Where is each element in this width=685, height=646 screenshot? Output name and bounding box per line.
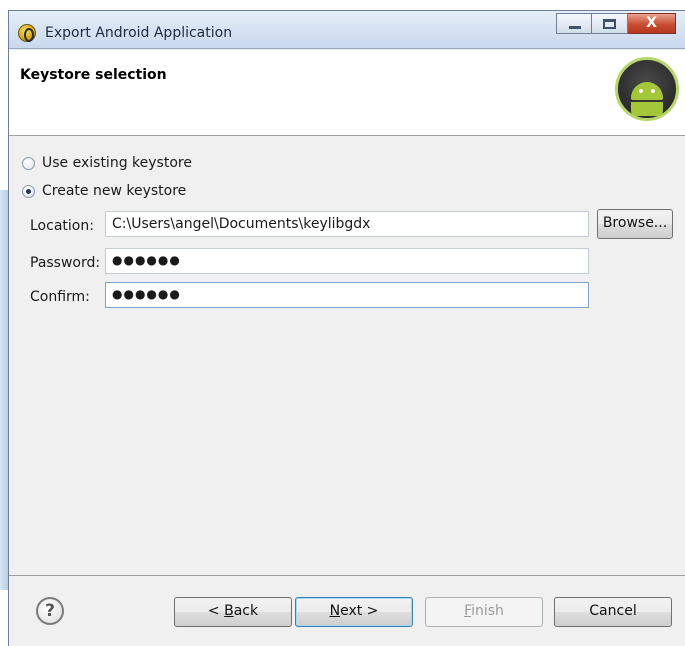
finish-rest: inish	[471, 603, 504, 619]
next-rest: ext >	[340, 603, 379, 619]
minimize-icon	[569, 26, 581, 29]
create-new-label: Create new keystore	[42, 183, 187, 199]
back-prefix: <	[207, 603, 225, 619]
page-title: Keystore selection	[20, 67, 167, 83]
confirm-label: Confirm:	[30, 289, 90, 305]
finish-button[interactable]: Finish	[425, 597, 543, 627]
export-dialog: Export Android Application X Keystore se…	[8, 10, 685, 646]
wizard-header: Keystore selection	[9, 50, 685, 136]
create-new-keystore-option[interactable]: Create new keystore	[22, 183, 186, 199]
window-title: Export Android Application	[45, 25, 233, 41]
question-mark-icon[interactable]: ?	[36, 597, 64, 625]
android-head	[631, 82, 663, 100]
android-robot-icon	[615, 57, 679, 121]
title-bar[interactable]: Export Android Application X	[9, 11, 685, 49]
use-existing-label: Use existing keystore	[42, 155, 192, 171]
android-body	[631, 102, 663, 116]
confirm-input[interactable]: ●●●●●●	[105, 282, 589, 308]
android-eye-left	[639, 89, 643, 93]
use-existing-radio[interactable]	[22, 156, 35, 170]
next-button[interactable]: Next >	[295, 597, 413, 627]
background-window-edge	[0, 190, 8, 590]
close-icon: X	[646, 15, 657, 31]
back-rest: ack	[233, 603, 259, 619]
android-eye-right	[651, 89, 655, 93]
browse-button[interactable]: Browse...	[597, 209, 673, 239]
back-mnemonic: B	[224, 603, 234, 619]
password-label: Password:	[30, 255, 101, 271]
close-button[interactable]: X	[628, 13, 676, 34]
wizard-content: Use existing keystore Create new keystor…	[9, 137, 685, 575]
back-button[interactable]: < Back	[174, 597, 292, 627]
location-input[interactable]: C:\Users\angel\Documents\keylibgdx	[105, 211, 589, 237]
next-mnemonic: N	[329, 603, 341, 619]
create-new-radio[interactable]	[22, 184, 35, 198]
maximize-button[interactable]	[592, 13, 628, 34]
minimize-button[interactable]	[556, 13, 592, 34]
location-label: Location:	[30, 218, 94, 234]
cancel-button[interactable]: Cancel	[554, 597, 672, 627]
wizard-footer: ? < Back Next > Finish Cancel	[9, 575, 685, 646]
maximize-icon	[603, 19, 616, 29]
password-input[interactable]: ●●●●●●	[105, 248, 589, 274]
eclipse-app-icon	[18, 24, 36, 42]
window-controls: X	[556, 13, 676, 35]
use-existing-keystore-option[interactable]: Use existing keystore	[22, 155, 192, 171]
